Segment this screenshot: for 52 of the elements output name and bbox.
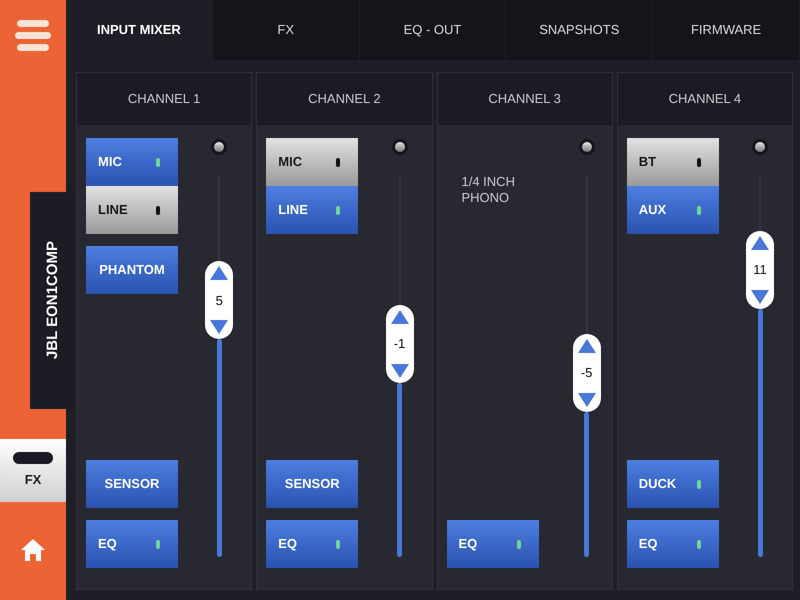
fx-button[interactable]: FX [0, 439, 66, 502]
down-arrow-icon[interactable] [390, 364, 408, 378]
toggle-button[interactable]: AUX [626, 186, 719, 234]
indicator-light-icon [336, 540, 340, 548]
input-note: 1/4 INCH PHONO [462, 174, 516, 206]
fader-thumb[interactable]: 11 [746, 230, 774, 309]
toggle-button[interactable]: SENSOR [86, 460, 178, 508]
indicator-light-icon [336, 158, 340, 166]
toggle-button[interactable]: DUCK [626, 460, 719, 508]
device-name: JBL EON1COMP [42, 241, 62, 360]
fader-value: -1 [394, 335, 406, 354]
indicator-light-icon [516, 540, 520, 548]
toggle-button[interactable]: EQ [626, 520, 719, 568]
down-arrow-icon[interactable] [751, 290, 769, 304]
indicator-light-icon [696, 158, 701, 166]
indicator-light-icon [156, 206, 160, 214]
toggle-button[interactable]: PHANTOM [86, 246, 178, 294]
toggle-button[interactable]: LINE [86, 186, 178, 234]
up-arrow-icon[interactable] [578, 338, 596, 353]
toggle-button[interactable]: MIC [86, 138, 178, 186]
up-arrow-icon[interactable] [210, 266, 228, 280]
fader-thumb[interactable]: -5 [572, 334, 601, 412]
indicator-light-icon [156, 540, 160, 548]
fader-value: 11 [753, 260, 767, 279]
toggle-button[interactable]: BT [626, 138, 719, 186]
toggle-button[interactable]: EQ [446, 520, 538, 568]
menu-icon[interactable] [15, 20, 51, 52]
pill-icon [13, 452, 53, 464]
home-icon[interactable] [20, 538, 46, 562]
toggle-button[interactable]: LINE [266, 186, 358, 234]
channel-title: CHANNEL 4 [668, 90, 742, 108]
tab[interactable]: INPUT MIXER [66, 0, 213, 60]
toggle-button[interactable]: MIC [266, 138, 358, 186]
indicator-light-icon [696, 540, 701, 548]
toggle-button[interactable]: EQ [266, 520, 358, 568]
down-arrow-icon[interactable] [210, 320, 228, 334]
fader-value: -5 [580, 364, 592, 382]
channel-title: CHANNEL 2 [308, 90, 381, 108]
channel-title: CHANNEL 1 [128, 90, 200, 108]
toggle-button[interactable]: EQ [86, 520, 178, 568]
fader-value: 5 [216, 292, 223, 310]
down-arrow-icon[interactable] [578, 392, 596, 407]
up-arrow-icon[interactable] [390, 310, 408, 324]
up-arrow-icon[interactable] [751, 236, 769, 250]
fader-thumb[interactable]: 5 [205, 261, 234, 340]
toggle-button[interactable]: SENSOR [266, 460, 358, 508]
indicator-light-icon [156, 158, 160, 166]
channel-title: CHANNEL 3 [488, 90, 561, 108]
indicator-light-icon [336, 206, 340, 214]
indicator-light-icon [696, 206, 701, 214]
indicator-light-icon [696, 480, 701, 488]
fader-thumb[interactable]: -1 [386, 305, 414, 384]
